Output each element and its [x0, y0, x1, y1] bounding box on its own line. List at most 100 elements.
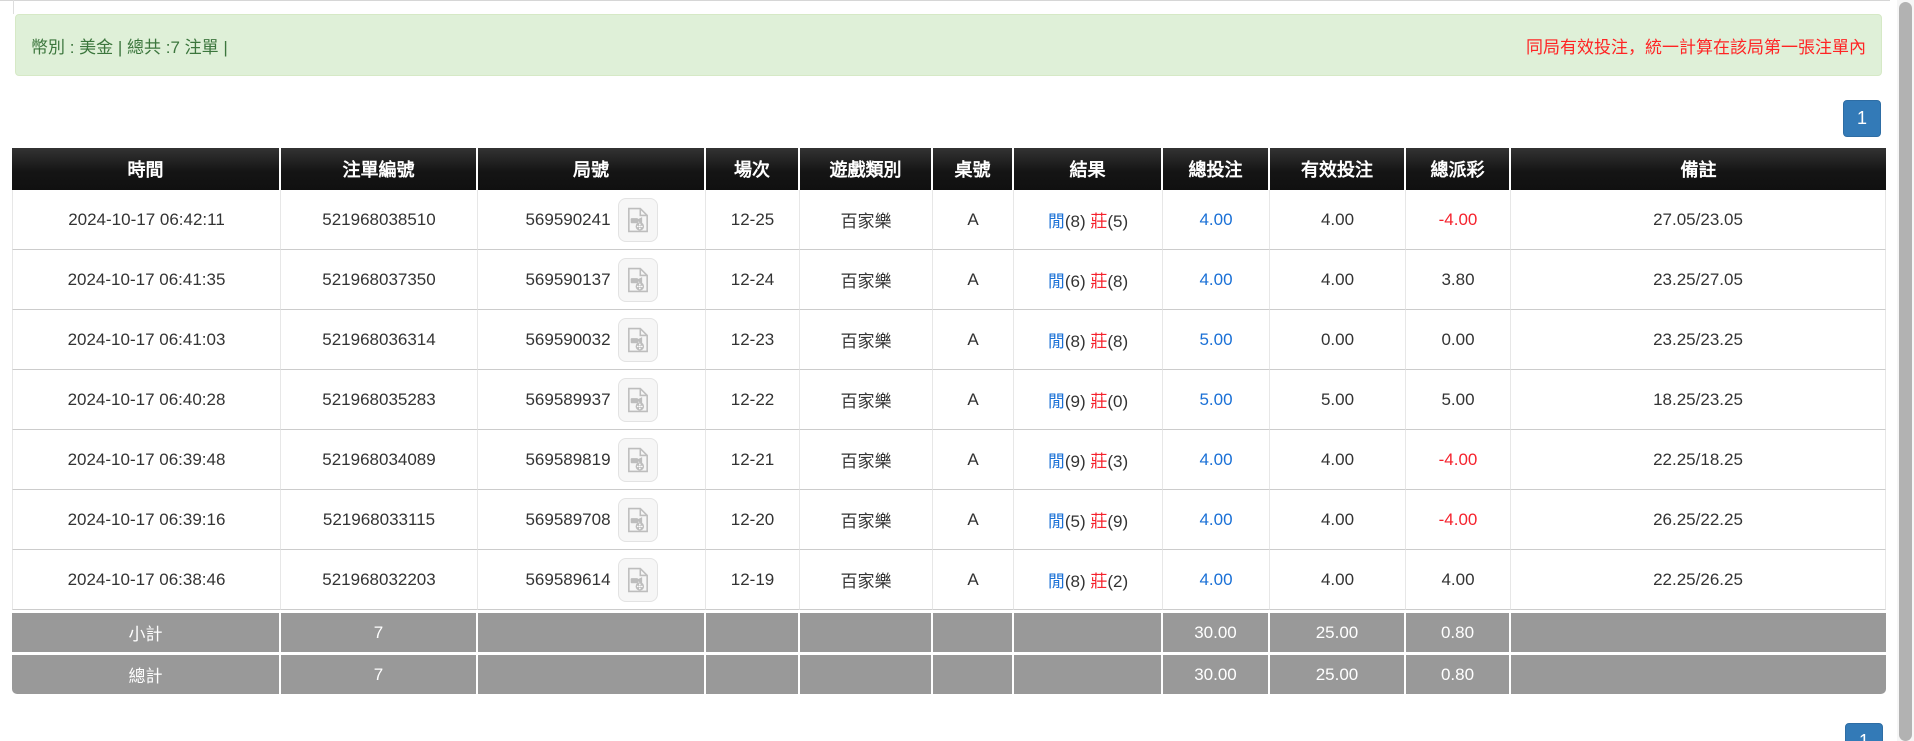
total-bet-cell: 4.00 — [1163, 430, 1270, 490]
pagination-page-1-top[interactable]: 1 — [1843, 100, 1881, 137]
round-id-text: 569589819 — [525, 450, 610, 470]
table-no-cell: A — [933, 310, 1014, 370]
result-cell: 閒(9) 莊(3) — [1014, 430, 1163, 490]
round-id-cell: 569589614 — [478, 550, 706, 610]
remark-cell: 27.05/23.05 — [1511, 190, 1886, 250]
bet-id-cell: 521968037350 — [281, 250, 478, 310]
result-cell: 閒(8) 莊(8) — [1014, 310, 1163, 370]
session-cell: 12-22 — [706, 370, 800, 430]
banker-result-score: (2) — [1107, 572, 1128, 591]
banker-result-label: 莊 — [1090, 452, 1107, 471]
total-bet-link[interactable]: 4.00 — [1199, 570, 1232, 589]
table-no-cell: A — [933, 550, 1014, 610]
banker-result-score: (5) — [1107, 212, 1128, 231]
col-header-round-id: 局號 — [478, 148, 706, 190]
bet-id-cell: 521968036314 — [281, 310, 478, 370]
bet-records-table: 時間 注單編號 局號 場次 遊戲類別 桌號 結果 總投注 有效投注 總派彩 備註… — [12, 148, 1886, 694]
bet-id-cell: 521968035283 — [281, 370, 478, 430]
game-type-cell: 百家樂 — [800, 430, 933, 490]
player-result-score: (6) — [1065, 272, 1086, 291]
subtotal-label: 小計 — [12, 610, 281, 652]
video-replay-button[interactable] — [618, 438, 658, 482]
total-bet-link[interactable]: 4.00 — [1199, 450, 1232, 469]
player-result-label: 閒 — [1048, 572, 1065, 591]
col-header-time: 時間 — [12, 148, 281, 190]
time-cell: 2024-10-17 06:41:03 — [12, 310, 281, 370]
time-cell: 2024-10-17 06:40:28 — [12, 370, 281, 430]
total-bet-link[interactable]: 4.00 — [1199, 210, 1232, 229]
game-type-cell: 百家樂 — [800, 550, 933, 610]
valid-bet-cell: 5.00 — [1270, 370, 1406, 430]
bet-id-cell: 521968033115 — [281, 490, 478, 550]
video-file-icon — [627, 387, 649, 413]
video-replay-button[interactable] — [618, 258, 658, 302]
scrollbar-thumb[interactable] — [1899, 2, 1912, 741]
session-cell: 12-19 — [706, 550, 800, 610]
game-type-cell: 百家樂 — [800, 190, 933, 250]
payout-cell: -4.00 — [1406, 190, 1511, 250]
col-header-bet-id: 注單編號 — [281, 148, 478, 190]
session-cell: 12-25 — [706, 190, 800, 250]
round-id-text: 569590137 — [525, 270, 610, 290]
payout-cell: 0.00 — [1406, 310, 1511, 370]
col-header-session: 場次 — [706, 148, 800, 190]
video-replay-button[interactable] — [618, 318, 658, 362]
player-result-score: (8) — [1065, 332, 1086, 351]
valid-bet-cell: 4.00 — [1270, 250, 1406, 310]
total-count: 7 — [281, 652, 478, 694]
total-bet-link[interactable]: 5.00 — [1199, 390, 1232, 409]
table-no-cell: A — [933, 370, 1014, 430]
video-replay-button[interactable] — [618, 558, 658, 602]
total-bet-cell: 4.00 — [1163, 190, 1270, 250]
total-bet-link[interactable]: 4.00 — [1199, 510, 1232, 529]
total-bet-cell: 5.00 — [1163, 310, 1270, 370]
player-result-score: (8) — [1065, 212, 1086, 231]
valid-bet-cell: 0.00 — [1270, 310, 1406, 370]
total-label: 總計 — [12, 652, 281, 694]
result-cell: 閒(5) 莊(9) — [1014, 490, 1163, 550]
video-file-icon — [627, 507, 649, 533]
video-file-icon — [627, 447, 649, 473]
pagination-page-1-bottom[interactable]: 1 — [1845, 723, 1883, 741]
banker-result-score: (8) — [1107, 272, 1128, 291]
video-replay-button[interactable] — [618, 498, 658, 542]
top-divider — [0, 0, 1890, 1]
vertical-scrollbar[interactable] — [1897, 0, 1914, 741]
video-replay-button[interactable] — [618, 198, 658, 242]
banker-result-label: 莊 — [1090, 392, 1107, 411]
total-bet-cell: 4.00 — [1163, 490, 1270, 550]
time-cell: 2024-10-17 06:38:46 — [12, 550, 281, 610]
banker-result-label: 莊 — [1090, 212, 1107, 231]
panel-left-border — [13, 0, 14, 14]
subtotal-payout: 0.80 — [1406, 610, 1511, 652]
result-cell: 閒(8) 莊(2) — [1014, 550, 1163, 610]
video-replay-button[interactable] — [618, 378, 658, 422]
banker-result-label: 莊 — [1090, 332, 1107, 351]
banker-result-score: (9) — [1107, 512, 1128, 531]
total-bet-cell: 4.00 — [1163, 250, 1270, 310]
table-row: 2024-10-17 06:39:16 521968033115 5695897… — [12, 490, 1886, 550]
table-row: 2024-10-17 06:42:11 521968038510 5695902… — [12, 190, 1886, 250]
table-row: 2024-10-17 06:41:35 521968037350 5695901… — [12, 250, 1886, 310]
time-cell: 2024-10-17 06:42:11 — [12, 190, 281, 250]
player-result-label: 閒 — [1048, 332, 1065, 351]
game-type-cell: 百家樂 — [800, 310, 933, 370]
payout-cell: 4.00 — [1406, 550, 1511, 610]
bet-id-cell: 521968034089 — [281, 430, 478, 490]
player-result-label: 閒 — [1048, 512, 1065, 531]
total-bet-link[interactable]: 4.00 — [1199, 270, 1232, 289]
banker-result-score: (0) — [1107, 392, 1128, 411]
remark-cell: 22.25/26.25 — [1511, 550, 1886, 610]
player-result-label: 閒 — [1048, 452, 1065, 471]
valid-bet-cell: 4.00 — [1270, 490, 1406, 550]
time-cell: 2024-10-17 06:39:48 — [12, 430, 281, 490]
table-header-row: 時間 注單編號 局號 場次 遊戲類別 桌號 結果 總投注 有效投注 總派彩 備註 — [12, 148, 1886, 190]
table-row: 2024-10-17 06:38:46 521968032203 5695896… — [12, 550, 1886, 610]
col-header-remark: 備註 — [1511, 148, 1886, 190]
total-bet-link[interactable]: 5.00 — [1199, 330, 1232, 349]
table-no-cell: A — [933, 490, 1014, 550]
subtotal-count: 7 — [281, 610, 478, 652]
table-row: 2024-10-17 06:41:03 521968036314 5695900… — [12, 310, 1886, 370]
remark-cell: 23.25/27.05 — [1511, 250, 1886, 310]
total-row: 總計 7 30.00 25.00 0.80 — [12, 652, 1886, 694]
